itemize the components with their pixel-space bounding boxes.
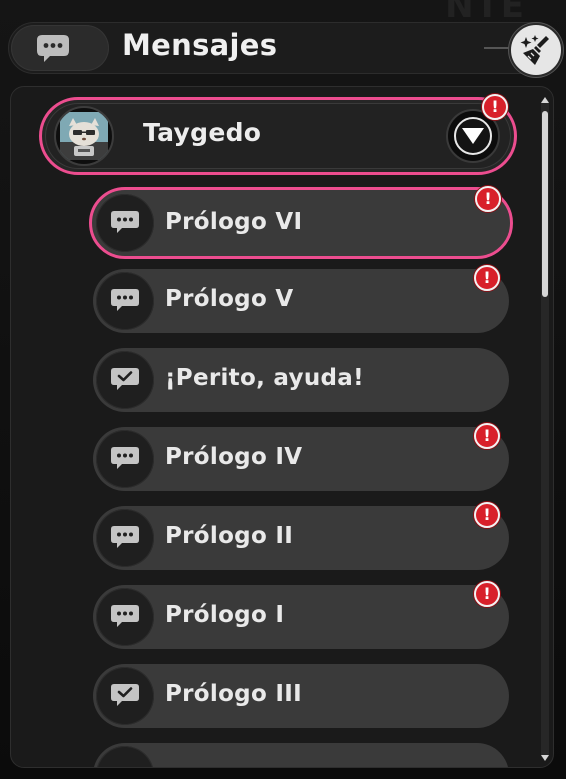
chat-dots-icon bbox=[96, 430, 154, 488]
message-row[interactable]: Prólogo V ! bbox=[93, 265, 509, 333]
alert-badge: ! bbox=[474, 581, 500, 607]
message-title: ¡Perito, ayuda! bbox=[165, 365, 364, 391]
message-row[interactable]: Prólogo I ! bbox=[93, 581, 509, 649]
message-row[interactable]: ¡Perito, ayuda! bbox=[93, 348, 509, 412]
scroll-up-arrow-icon[interactable] bbox=[541, 97, 549, 103]
contact-row-taygedo[interactable]: Taygedo ! bbox=[39, 94, 517, 175]
alert-badge: ! bbox=[475, 186, 501, 212]
scrollbar-thumb[interactable] bbox=[542, 111, 548, 297]
page-title: Mensajes bbox=[122, 28, 278, 62]
chat-dots-icon bbox=[96, 588, 154, 646]
message-title: Prólogo III bbox=[165, 681, 302, 707]
chat-dots-icon bbox=[96, 272, 154, 330]
chat-dots-icon bbox=[96, 194, 154, 252]
alert-badge: ! bbox=[474, 423, 500, 449]
message-title: Prólogo VI bbox=[165, 209, 303, 235]
chat-icon-partial bbox=[96, 746, 154, 767]
scrollbar[interactable] bbox=[541, 97, 549, 761]
contact-row-inner bbox=[45, 103, 511, 169]
message-row[interactable]: Prólogo II ! bbox=[93, 502, 509, 570]
triangle-down-icon bbox=[462, 128, 484, 144]
alert-badge: ! bbox=[474, 502, 500, 528]
message-title: Prólogo V bbox=[165, 286, 294, 312]
scroll-down-arrow-icon[interactable] bbox=[541, 755, 549, 761]
broom-sparkle-icon bbox=[520, 35, 549, 65]
message-title: Prólogo II bbox=[165, 523, 294, 549]
chat-dots-icon bbox=[96, 509, 154, 567]
chat-check-icon bbox=[96, 351, 154, 409]
character-avatar bbox=[60, 112, 108, 160]
conversation-list[interactable]: Taygedo ! Prólogo VI ! Prólogo V ! ¡Peri… bbox=[10, 86, 554, 768]
clean-button[interactable] bbox=[509, 23, 563, 77]
alert-badge: ! bbox=[474, 265, 500, 291]
header-bar: Mensajes bbox=[8, 22, 563, 77]
alert-badge: ! bbox=[482, 94, 508, 120]
message-row[interactable]: Prólogo III bbox=[93, 664, 509, 728]
message-row[interactable]: Prólogo VI ! bbox=[89, 186, 513, 259]
message-row[interactable] bbox=[93, 743, 509, 767]
message-title: Prólogo I bbox=[165, 602, 285, 628]
message-title: Prólogo IV bbox=[165, 444, 303, 470]
chat-bubble-icon bbox=[11, 25, 109, 71]
avatar bbox=[54, 106, 114, 166]
messages-screen: NTE Mensajes Taygedo ! Prólogo VI ! Pról… bbox=[0, 0, 566, 779]
contact-name: Taygedo bbox=[143, 118, 262, 147]
chat-check-icon bbox=[96, 667, 154, 725]
message-row[interactable]: Prólogo IV ! bbox=[93, 423, 509, 491]
